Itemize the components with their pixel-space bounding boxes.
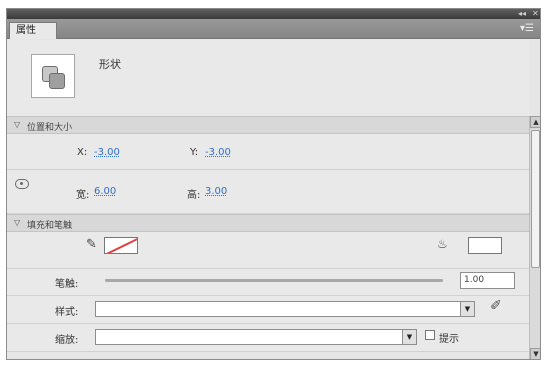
stroke-color-swatch[interactable] (104, 237, 138, 254)
scroll-up-icon[interactable]: ▲ (530, 116, 540, 128)
x-label: X: (77, 147, 88, 158)
stroke-width-input[interactable]: 1.00 (460, 272, 515, 289)
height-label: 高: (187, 190, 201, 201)
section-title: 位置和大小 (27, 123, 73, 133)
scale-row: 缩放: ▼ 提示 (7, 324, 529, 352)
lock-proportions-icon[interactable] (15, 179, 29, 189)
hint-checkbox[interactable] (425, 330, 435, 340)
instance-type-label: 形状 (99, 58, 121, 71)
shape-icon (31, 54, 75, 98)
edit-stroke-style-icon[interactable]: ✐ (490, 298, 502, 314)
chevron-down-icon[interactable]: ▼ (402, 330, 416, 344)
close-icon[interactable]: ✕ (532, 9, 539, 19)
tab-properties[interactable]: 属性 (9, 22, 57, 39)
properties-panel: ◂◂ ✕ 属性 ▾☰ 形状 ▲ ▼ ▽ 位置和大小 X: -3.00 Y: -3… (6, 8, 541, 360)
panel-menu-icon[interactable]: ▾☰ (520, 22, 534, 36)
paint-bucket-icon: ♨ (437, 237, 448, 251)
y-value[interactable]: -3.00 (205, 147, 231, 158)
scale-select[interactable]: ▼ (95, 329, 417, 345)
chevron-down-icon[interactable]: ▼ (460, 302, 474, 316)
tab-bar: 属性 ▾☰ (7, 19, 540, 39)
expand-triangle-icon[interactable]: ▽ (14, 120, 20, 129)
pencil-icon: ✎ (86, 237, 97, 252)
section-position-size[interactable]: ▽ 位置和大小 (7, 116, 529, 134)
style-row: 样式: ▼ ✐ (7, 296, 529, 324)
style-select[interactable]: ▼ (95, 301, 475, 317)
section-fill-stroke[interactable]: ▽ 填充和笔触 (7, 214, 529, 232)
width-value[interactable]: 6.00 (94, 186, 116, 197)
width-label: 宽: (76, 190, 90, 201)
scroll-down-icon[interactable]: ▼ (530, 348, 540, 359)
height-value[interactable]: 3.00 (205, 186, 227, 197)
color-row: ✎ ♨ (7, 232, 529, 269)
collapse-icon[interactable]: ◂◂ (518, 9, 526, 19)
x-value[interactable]: -3.00 (94, 147, 120, 158)
size-row: 宽: 6.00 高: 3.00 (7, 170, 529, 214)
scroll-thumb[interactable] (531, 130, 540, 268)
section-title: 填充和笔触 (27, 221, 73, 231)
vertical-scrollbar[interactable]: ▲ ▼ (529, 116, 540, 359)
panel-titlebar: ◂◂ ✕ (7, 9, 540, 19)
style-label: 样式: (55, 307, 79, 318)
stroke-row: 笔触: 1.00 (7, 269, 529, 296)
xy-row: X: -3.00 Y: -3.00 (7, 134, 529, 170)
stroke-label: 笔触: (55, 279, 79, 290)
scale-label: 缩放: (55, 335, 79, 346)
expand-triangle-icon[interactable]: ▽ (14, 218, 20, 227)
stroke-slider[interactable] (105, 279, 443, 282)
instance-header: 形状 (7, 40, 529, 116)
hint-label: 提示 (439, 334, 459, 345)
y-label: Y: (190, 147, 199, 158)
fill-color-swatch[interactable] (468, 237, 502, 254)
